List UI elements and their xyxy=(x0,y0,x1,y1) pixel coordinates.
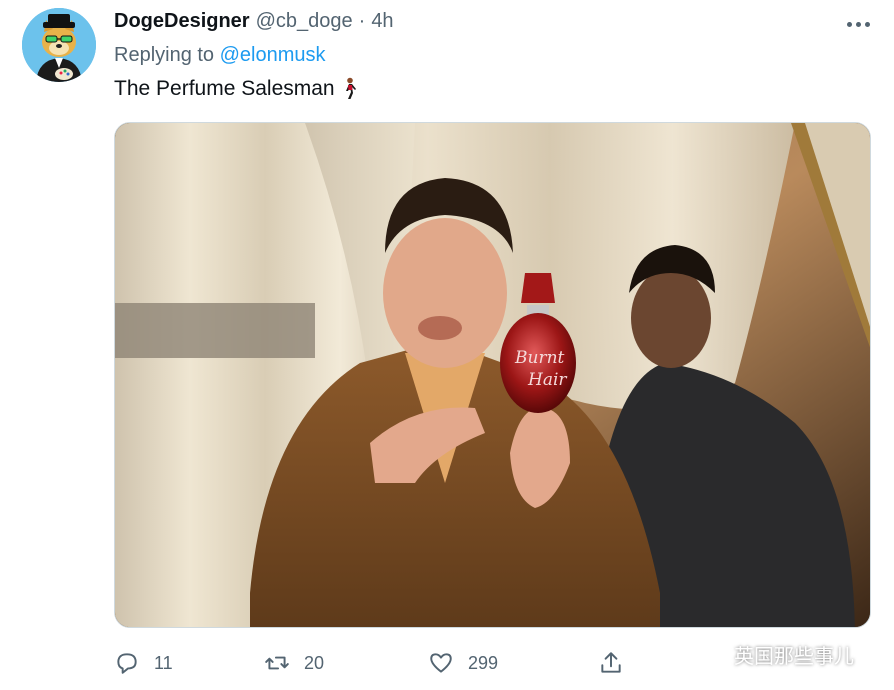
reply-button[interactable]: 11 xyxy=(114,646,173,680)
author-handle[interactable]: @cb_doge xyxy=(256,10,353,33)
doge-avatar-icon xyxy=(22,8,96,82)
author-name[interactable]: DogeDesigner xyxy=(114,10,250,33)
wechat-icon xyxy=(701,643,729,665)
watermark: 英国那些事儿 xyxy=(700,640,854,668)
meme-photo: Burnt Hair xyxy=(115,123,870,627)
like-button[interactable]: 299 xyxy=(428,646,498,680)
tweet-text: The Perfume Salesman xyxy=(114,77,359,101)
more-options-icon[interactable] xyxy=(840,14,876,34)
replying-prefix: Replying to xyxy=(114,44,215,66)
watermark-text: 英国那些事儿 xyxy=(734,645,854,668)
bottle-label-line2: Hair xyxy=(527,370,567,390)
reply-count: 11 xyxy=(154,652,173,673)
tweet-timestamp[interactable]: 4h xyxy=(371,10,393,33)
bottle-label-line1: Burnt xyxy=(514,348,565,368)
share-icon xyxy=(601,652,621,673)
heart-icon xyxy=(430,653,452,673)
like-count: 299 xyxy=(468,652,499,673)
retweet-button[interactable]: 20 xyxy=(264,646,324,680)
reply-icon xyxy=(117,653,137,674)
retweet-count: 20 xyxy=(304,652,325,673)
tweet-photo[interactable]: Burnt Hair xyxy=(114,122,871,628)
author-avatar[interactable] xyxy=(22,8,96,82)
retweet-icon xyxy=(265,656,289,670)
tweet-actions: 11 20 299 xyxy=(110,646,650,680)
separator-dot: · xyxy=(358,10,366,32)
tweet: DogeDesigner @cb_doge · 4h Replying to @… xyxy=(0,0,894,690)
tweet-header: DogeDesigner @cb_doge · 4h xyxy=(114,10,394,36)
replying-to: Replying to @elonmusk xyxy=(114,44,326,67)
share-button[interactable] xyxy=(598,646,624,680)
replying-to-link[interactable]: @elonmusk xyxy=(220,44,326,66)
person-walking-emoji-icon xyxy=(345,77,356,99)
tweet-text-content: The Perfume Salesman xyxy=(114,77,335,100)
